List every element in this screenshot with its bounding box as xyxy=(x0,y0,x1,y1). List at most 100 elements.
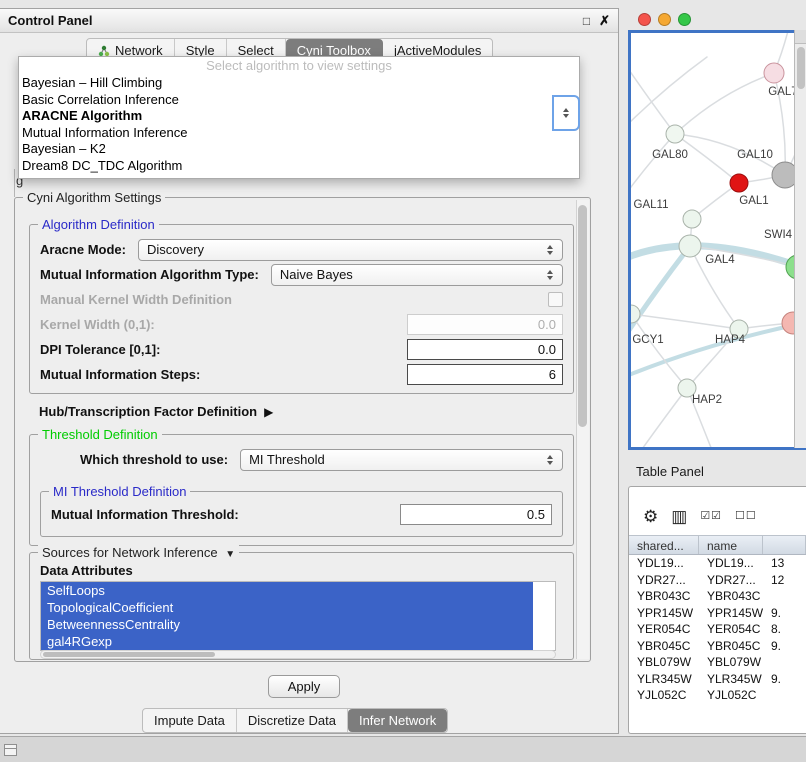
network-edge[interactable] xyxy=(631,134,675,195)
table-cell[interactable]: YDL19... xyxy=(629,556,699,570)
algorithm-option[interactable]: Bayesian – Hill Climbing xyxy=(19,75,579,92)
table-row[interactable]: YJL052CYJL052C xyxy=(629,687,806,704)
table-cell[interactable]: YBR045C xyxy=(629,639,699,653)
table-cell[interactable]: YER054C xyxy=(629,622,699,636)
apply-button[interactable]: Apply xyxy=(268,675,340,698)
table-cell[interactable]: YPR145W xyxy=(629,606,699,620)
list-horizontal-scrollbar[interactable] xyxy=(40,650,556,659)
zoom-traffic-light[interactable] xyxy=(678,13,691,26)
column-header[interactable]: shared... xyxy=(629,536,699,554)
table-cell[interactable]: YJL052C xyxy=(699,688,763,702)
table-cell[interactable]: YDR27... xyxy=(699,573,763,587)
column-header[interactable] xyxy=(763,536,806,554)
network-edge[interactable] xyxy=(631,324,799,379)
table-row[interactable]: YPR145WYPR145W9. xyxy=(629,605,806,622)
network-edge[interactable] xyxy=(631,246,690,345)
network-node[interactable] xyxy=(679,235,701,257)
gear-icon[interactable]: ⚙ xyxy=(643,508,658,525)
bottom-tab-discretize-data[interactable]: Discretize Data xyxy=(237,709,348,732)
table-cell[interactable]: 9. xyxy=(763,639,806,653)
manual-kernel-label: Manual Kernel Width Definition xyxy=(40,292,232,307)
table-row[interactable]: YLR345WYLR345W9. xyxy=(629,671,806,688)
network-edge[interactable] xyxy=(631,57,707,129)
network-node[interactable] xyxy=(683,210,701,228)
table-row[interactable]: YBL079WYBL079W xyxy=(629,654,806,671)
data-attributes-list[interactable]: SelfLoopsTopologicalCoefficientBetweenne… xyxy=(40,581,556,651)
mi-type-select[interactable]: Naive Bayes xyxy=(271,264,563,286)
data-attribute-item[interactable]: gal4RGexp xyxy=(41,633,533,650)
algorithm-option[interactable]: Basic Correlation Inference xyxy=(19,92,579,109)
settings-vertical-scrollbar[interactable] xyxy=(576,200,589,659)
table-row[interactable]: YBR045CYBR045C9. xyxy=(629,638,806,655)
table-cell[interactable]: YDR27... xyxy=(629,573,699,587)
table-cell[interactable]: YJL052C xyxy=(629,688,699,702)
bottom-tab-infer-network[interactable]: Infer Network xyxy=(348,709,447,732)
sources-title-label: Sources for Network Inference xyxy=(42,545,218,560)
scrollbar-arrow-box[interactable] xyxy=(795,30,806,44)
table-cell[interactable]: YLR345W xyxy=(629,672,699,686)
network-edge[interactable] xyxy=(635,388,687,447)
deselect-all-icon[interactable]: ☐☐ xyxy=(735,511,757,522)
node-label: GAL11 xyxy=(634,199,669,211)
table-row[interactable]: YBR043CYBR043C xyxy=(629,588,806,605)
scrollbar-thumb[interactable] xyxy=(797,47,805,89)
network-edge[interactable] xyxy=(631,314,687,388)
table-cell[interactable]: YBR043C xyxy=(629,589,699,603)
table-row[interactable]: YDL19...YDL19...13 xyxy=(629,555,806,572)
minimized-panel-icon[interactable] xyxy=(4,744,17,756)
table-cell[interactable]: YBR043C xyxy=(699,589,763,603)
mi-steps-input[interactable] xyxy=(407,364,563,385)
close-icon[interactable]: ✗ xyxy=(599,14,610,27)
network-edge[interactable] xyxy=(675,73,774,134)
table-cell[interactable]: 8. xyxy=(763,622,806,636)
table-cell[interactable]: 13 xyxy=(763,556,806,570)
float-window-icon[interactable]: □ xyxy=(583,15,590,27)
close-traffic-light[interactable] xyxy=(638,13,651,26)
data-attribute-item[interactable]: BetweennessCentrality xyxy=(41,616,533,633)
table-cell[interactable]: YDL19... xyxy=(699,556,763,570)
network-node[interactable] xyxy=(764,63,784,83)
dpi-tolerance-label: DPI Tolerance [0,1]: xyxy=(40,342,160,357)
table-cell[interactable]: YBL079W xyxy=(699,655,763,669)
table-cell[interactable]: YER054C xyxy=(699,622,763,636)
aracne-mode-select[interactable]: Discovery xyxy=(138,239,563,261)
table-cell[interactable]: 9. xyxy=(763,672,806,686)
table-row[interactable]: YDR27...YDR27...12 xyxy=(629,572,806,589)
bottom-tab-impute-data[interactable]: Impute Data xyxy=(143,709,237,732)
dpi-tolerance-input[interactable] xyxy=(407,339,563,360)
algorithm-option[interactable]: Dream8 DC_TDC Algorithm xyxy=(19,158,579,175)
which-threshold-select[interactable]: MI Threshold xyxy=(240,449,563,471)
dropdown-option-list: Bayesian – Hill ClimbingBasic Correlatio… xyxy=(19,75,579,174)
algorithm-option[interactable]: Bayesian – K2 xyxy=(19,141,579,158)
table-cell[interactable]: 9. xyxy=(763,606,806,620)
network-canvas[interactable]: GAL7GAL80GAL10GAL11GAL1SWI4GAL4GCY1HAP4Y… xyxy=(628,30,806,450)
table-cell[interactable]: YBR045C xyxy=(699,639,763,653)
mi-threshold-row: Mutual Information Threshold: xyxy=(41,502,562,527)
network-node[interactable] xyxy=(666,125,684,143)
select-all-icon[interactable]: ☑☑ xyxy=(700,511,722,522)
hub-definition-toggle[interactable]: Hub/Transcription Factor Definition ▶ xyxy=(39,404,273,419)
scrollbar-thumb[interactable] xyxy=(43,652,215,657)
scrollbar-thumb[interactable] xyxy=(578,205,587,427)
sources-title[interactable]: Sources for Network Inference ▼ xyxy=(38,545,239,560)
table-cell[interactable]: 12 xyxy=(763,573,806,587)
table-cell[interactable]: YLR345W xyxy=(699,672,763,686)
network-node[interactable] xyxy=(730,174,748,192)
data-attribute-item[interactable]: TopologicalCoefficient xyxy=(41,599,533,616)
algorithm-option[interactable]: Mutual Information Inference xyxy=(19,125,579,142)
data-attribute-item[interactable]: SelfLoops xyxy=(41,582,533,599)
which-threshold-label: Which threshold to use: xyxy=(80,452,228,467)
minimize-traffic-light[interactable] xyxy=(658,13,671,26)
table-cell[interactable]: YPR145W xyxy=(699,606,763,620)
network-vertical-scrollbar[interactable] xyxy=(794,30,806,448)
dock-panel-strip xyxy=(0,736,806,762)
mi-threshold-input[interactable] xyxy=(400,504,552,525)
algorithm-combobox-fragment[interactable] xyxy=(552,95,580,131)
table-row[interactable]: YER054CYER054C8. xyxy=(629,621,806,638)
column-chooser-icon[interactable]: ▥ xyxy=(671,508,687,525)
network-edge[interactable] xyxy=(631,314,739,329)
node-label: GAL10 xyxy=(737,149,773,161)
column-header[interactable]: name xyxy=(699,536,763,554)
algorithm-option[interactable]: ARACNE Algorithm xyxy=(19,108,579,125)
table-cell[interactable]: YBL079W xyxy=(629,655,699,669)
